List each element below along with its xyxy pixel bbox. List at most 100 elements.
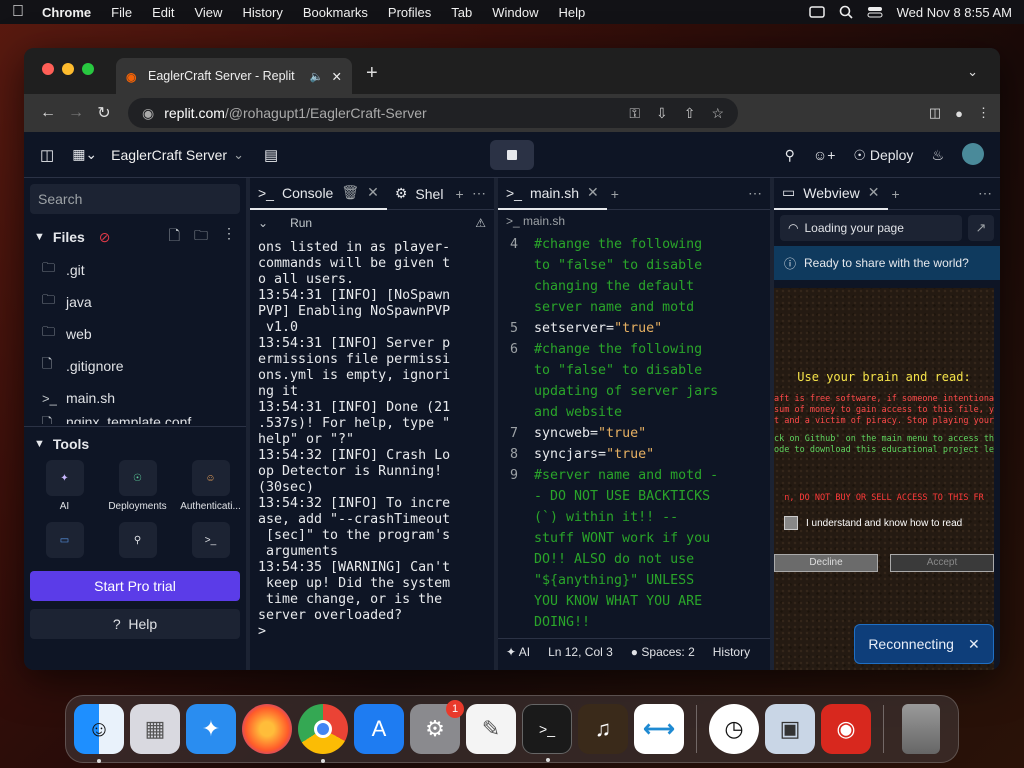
menu-profiles[interactable]: Profiles [388,5,431,20]
checkbox-box[interactable] [784,516,798,530]
toggle-sidebar-icon[interactable]: ◫ [40,146,54,164]
history-button[interactable]: History [713,645,750,659]
notifications-bell-icon[interactable]: ♨ [931,147,944,164]
tab-search-chevron-icon[interactable]: ⌄ [967,64,978,80]
menu-view[interactable]: View [194,5,222,20]
collapse-chevron-icon[interactable]: ⌄ [258,216,268,230]
project-name[interactable]: EaglerCraft Server [111,147,227,163]
tools-header[interactable]: ▼ Tools [24,426,246,460]
breadcrumb-file[interactable]: main.sh [523,214,565,228]
cursor-position[interactable]: Ln 12, Col 3 [548,645,613,659]
audio-icon[interactable]: 🔈 [310,70,324,83]
add-tab-icon[interactable]: + [892,186,900,202]
menubar-clock[interactable]: Wed Nov 8 8:55 AM [897,5,1012,20]
dock-finder[interactable]: ☺ [74,704,124,763]
tool-search[interactable]: ⚲ [101,522,174,563]
deploy-button[interactable]: ☉ Deploy [853,147,913,164]
decline-button[interactable]: Decline [774,554,878,572]
open-new-tab-icon[interactable]: ↗ [968,215,994,241]
webview-url-field[interactable]: ◠ Loading your page [780,215,962,241]
reload-icon[interactable]: ↻ [90,99,118,127]
user-menu[interactable] [962,142,984,168]
hidden-files-icon[interactable]: ⊘ [99,229,111,246]
tool-deployments[interactable]: ☉ Deployments [101,460,174,512]
file-nginx-conf[interactable]: 🗋 nginx_template.conf [24,414,246,424]
file-main-sh[interactable]: >_ main.sh [24,382,246,414]
dock-terminal[interactable]: >_ [522,704,572,762]
menu-bookmarks[interactable]: Bookmarks [303,5,368,20]
add-tab-icon[interactable]: + [611,186,619,202]
tab-console[interactable]: >_ Console 🗑 ✕ [250,178,387,210]
chrome-menu-icon[interactable]: ⋮ [977,105,990,121]
file-git[interactable]: 🗀 .git [24,254,246,286]
pane-more-icon[interactable]: ⋯ [472,185,486,202]
code-editor[interactable]: 4 #change the following to "false" to dis… [498,234,770,638]
dock-vscode[interactable]: ⟷ [634,704,684,754]
dock-photo-booth[interactable]: ◉ [821,704,871,754]
dock-instruments[interactable]: ♫ [578,704,628,754]
menu-window[interactable]: Window [492,5,538,20]
files-header[interactable]: ▼ Files ⊘ 🗋 🗀 ⋮ [24,220,246,254]
files-more-icon[interactable]: ⋮ [222,225,236,249]
close-toast-icon[interactable]: ✕ [968,636,980,653]
tool-ai[interactable]: ✦ AI [28,460,101,512]
list-icon[interactable]: ▤ [264,146,278,164]
dock-trash[interactable] [902,704,940,754]
dock-app-store[interactable]: A [354,704,404,754]
profile-icon[interactable]: ● [955,106,963,121]
invite-icon[interactable]: ☺+ [813,147,835,163]
file-gitignore[interactable]: 🗋 .gitignore [24,350,246,382]
close-tab-icon[interactable]: ✕ [367,184,379,201]
menu-tab[interactable]: Tab [451,5,472,20]
new-tab-button[interactable]: + [366,62,378,85]
bookmark-star-icon[interactable]: ☆ [711,105,724,122]
new-folder-icon[interactable]: 🗀 [194,225,208,249]
dock-preview[interactable]: ▣ [765,704,815,754]
pane-more-icon[interactable]: ⋯ [748,185,762,202]
understand-checkbox[interactable]: I understand and know how to read [784,516,962,530]
trash-icon[interactable]: 🗑 [341,184,359,201]
menu-help[interactable]: Help [559,5,586,20]
control-center-icon[interactable] [867,6,883,18]
browser-tab[interactable]: ◉ EaglerCraft Server - Replit 🔈 ✕ [116,58,352,94]
dock-safari[interactable]: ✦ [186,704,236,754]
close-tab-icon[interactable]: ✕ [587,184,599,201]
files-chevron-icon[interactable]: ▼ [34,231,45,243]
search-input[interactable]: Search [30,184,240,214]
tool-authentication[interactable]: ☺ Authenticati... [174,460,247,512]
file-java[interactable]: 🗀 java [24,286,246,318]
dock-launchpad[interactable]: ▦ [130,704,180,754]
minimize-window-button[interactable] [62,63,74,75]
close-tab-icon[interactable]: ✕ [332,69,342,84]
key-icon[interactable]: ⚿ [629,105,640,122]
tool-chat[interactable]: ▭ [28,522,101,563]
forward-icon[interactable]: → [62,99,90,127]
site-info-icon[interactable]: ◉ [142,105,154,122]
side-panel-icon[interactable]: ◫ [929,105,941,121]
project-chevron-icon[interactable]: ⌄ [233,147,244,163]
close-window-button[interactable] [42,63,54,75]
tools-chevron-icon[interactable]: ▼ [34,438,45,450]
add-tab-icon[interactable]: + [455,186,463,202]
install-icon[interactable]: ⇩ [656,105,668,122]
zoom-window-button[interactable] [82,63,94,75]
tool-shell[interactable]: >_ [174,522,247,563]
back-icon[interactable]: ← [34,99,62,127]
tab-webview[interactable]: ▭ Webview ✕ [774,178,888,210]
apple-icon[interactable]:  [12,3,24,21]
share-icon[interactable]: ⇧ [684,105,696,122]
console-output[interactable]: ons listed in as player- commands will b… [250,236,494,644]
help-button[interactable]: ? Help [30,609,240,639]
warning-icon[interactable]: ⚠ [475,216,486,230]
new-file-icon[interactable]: 🗋 [169,225,180,249]
tab-main-sh[interactable]: >_ main.sh ✕ [498,178,607,210]
screen-mirroring-icon[interactable] [808,6,825,18]
stop-button[interactable] [490,140,534,170]
dock-chrome[interactable] [298,704,348,763]
dock-firefox[interactable] [242,704,292,754]
menu-file[interactable]: File [111,5,132,20]
game-canvas[interactable]: Use your brain and read: aft is free sof… [774,288,994,670]
status-ai[interactable]: ✦ AI [506,645,530,659]
close-tab-icon[interactable]: ✕ [868,184,880,201]
share-banner[interactable]: ⓘ Ready to share with the world? [774,246,1000,280]
